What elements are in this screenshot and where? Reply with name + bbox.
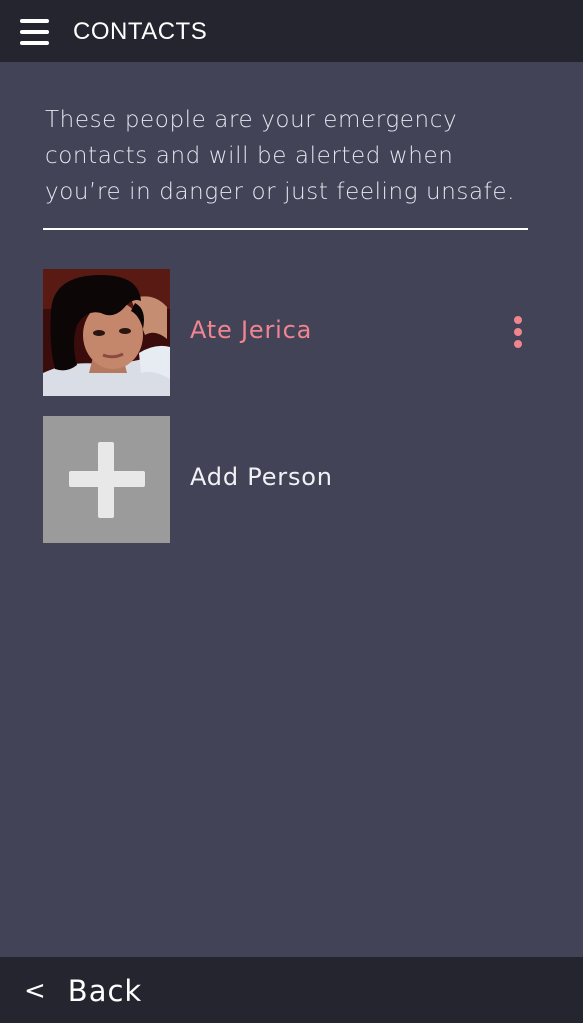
- top-app-bar: CONTACTS: [0, 0, 583, 62]
- divider: [43, 228, 528, 230]
- add-person-button[interactable]: [43, 416, 170, 543]
- more-vertical-icon[interactable]: [511, 315, 525, 351]
- contact-avatar: [43, 269, 170, 396]
- contacts-screen: CONTACTS These people are your emergency…: [0, 0, 583, 1023]
- add-person-label: Add Person: [190, 463, 333, 491]
- add-person-row[interactable]: Add Person: [43, 416, 533, 543]
- contact-name: Ate Jerica: [190, 316, 313, 344]
- back-button[interactable]: < Back: [24, 971, 142, 1011]
- intro-text: These people are your emergency contacts…: [45, 107, 516, 205]
- bottom-bar: < Back: [0, 957, 583, 1023]
- back-label: Back: [67, 974, 143, 1008]
- chevron-left-icon: <: [24, 976, 46, 1006]
- page-title: CONTACTS: [73, 18, 208, 45]
- hamburger-menu-icon[interactable]: [20, 19, 49, 45]
- contact-list-item[interactable]: Ate Jerica: [43, 269, 533, 396]
